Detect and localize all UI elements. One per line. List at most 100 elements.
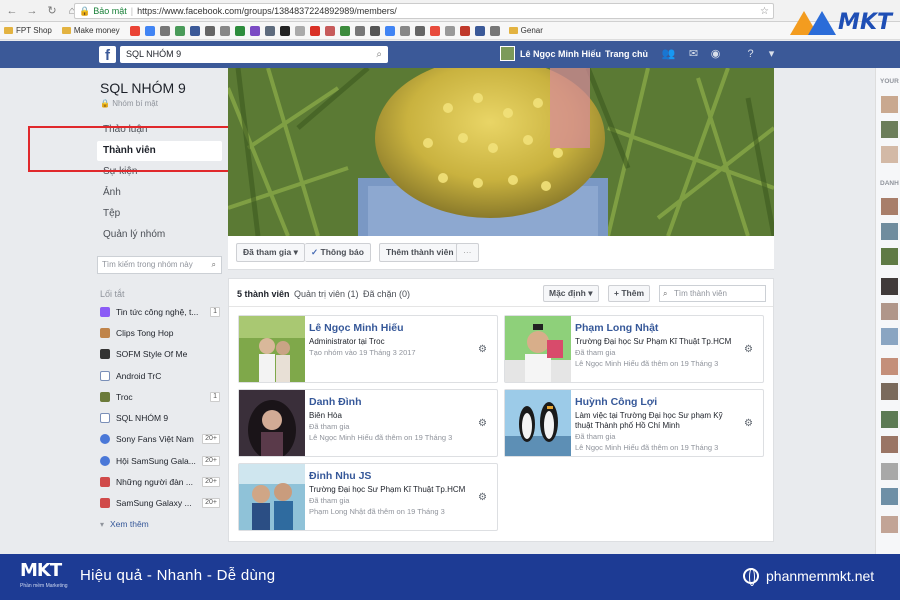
bookmark-favicon[interactable] (474, 25, 485, 36)
search-icon[interactable]: ⌕ (212, 257, 216, 273)
avatar[interactable] (881, 488, 898, 505)
member-photo[interactable] (239, 464, 305, 530)
nav-discussion[interactable]: Thảo luận (97, 120, 222, 140)
gear-icon[interactable]: ⚙ (478, 344, 487, 355)
tab-blocked[interactable]: Đã chặn (0) (363, 289, 410, 299)
bookmark-favicon[interactable] (324, 25, 335, 36)
notifications-button[interactable]: ✓ Thông báo (305, 243, 371, 262)
shortcut-item[interactable]: Android TrC (100, 368, 220, 384)
bookmark-favicon[interactable] (159, 25, 170, 36)
avatar[interactable] (881, 516, 898, 533)
banner-website[interactable]: phanmemmkt.net (743, 568, 874, 586)
shortcut-item[interactable]: Sony Fans Việt Nam 20+ (100, 431, 220, 447)
nav-events[interactable]: Sự kiện (97, 162, 222, 182)
avatar[interactable] (881, 463, 898, 480)
nav-manage-group[interactable]: Quản lý nhóm (97, 225, 222, 245)
member-name[interactable]: Danh Đình (309, 396, 362, 408)
search-input[interactable]: SQL NHÓM 9 ⌕ (120, 46, 388, 63)
avatar[interactable] (881, 146, 898, 163)
avatar[interactable] (881, 383, 898, 400)
avatar[interactable] (881, 436, 898, 453)
reload-icon[interactable]: ↻ (44, 3, 60, 19)
avatar[interactable] (881, 411, 898, 428)
member-photo[interactable] (505, 316, 571, 382)
bookmark-favicon[interactable] (384, 25, 395, 36)
home-link[interactable]: Trang chủ (605, 49, 648, 59)
bookmark-favicon[interactable] (189, 25, 200, 36)
more-options-button[interactable]: ··· (456, 243, 479, 262)
tab-admins[interactable]: Quản trị viên (1) (294, 289, 359, 299)
shortcut-item[interactable]: SQL NHÓM 9 (100, 410, 220, 426)
shortcut-item[interactable]: Những người đàn ... 20+ (100, 474, 220, 490)
bookmark-make-money[interactable]: Make money (61, 26, 120, 35)
help-icon[interactable]: ? (743, 47, 758, 62)
gear-icon[interactable]: ⚙ (744, 418, 753, 429)
bookmark-favicon[interactable] (414, 25, 425, 36)
bookmark-fpt-shop[interactable]: FPT Shop (4, 26, 52, 35)
bookmark-favicon[interactable] (489, 25, 500, 36)
back-icon[interactable]: ← (4, 3, 20, 19)
member-name[interactable]: Đinh Nhu JS (309, 470, 371, 482)
bookmark-favicon[interactable] (204, 25, 215, 36)
gear-icon[interactable]: ⚙ (478, 492, 487, 503)
see-more-link[interactable]: ▾ Xem thêm (100, 516, 220, 532)
avatar[interactable] (881, 121, 898, 138)
add-button[interactable]: + Thêm (608, 285, 651, 302)
account-menu-chevron-icon[interactable]: ▾ (764, 47, 779, 62)
bookmark-favicon[interactable] (339, 25, 350, 36)
avatar[interactable] (881, 96, 898, 113)
bookmark-favicon[interactable] (444, 25, 455, 36)
bookmark-genar[interactable]: Genar (508, 26, 543, 35)
notifications-globe-icon[interactable]: ◉ (708, 47, 723, 62)
bookmark-favicon[interactable] (369, 25, 380, 36)
bookmark-favicon[interactable] (174, 25, 185, 36)
bookmark-favicon[interactable] (399, 25, 410, 36)
tab-all-members[interactable]: 5 thành viên (237, 289, 290, 299)
facebook-logo-icon[interactable]: f (99, 46, 116, 64)
member-photo[interactable] (239, 316, 305, 382)
shortcut-item[interactable]: Hội SamSung Gala... 20+ (100, 453, 220, 469)
avatar[interactable] (881, 358, 898, 375)
bookmark-favicon[interactable] (279, 25, 290, 36)
group-search-input[interactable]: Tìm kiếm trong nhóm này ⌕ (97, 256, 222, 274)
messages-icon[interactable]: ✉ (686, 47, 701, 62)
search-icon[interactable]: ⌕ (376, 46, 382, 63)
cover-photo[interactable] (228, 68, 774, 236)
shortcut-item[interactable]: SamSung Galaxy ... 20+ (100, 495, 220, 511)
member-photo[interactable] (239, 390, 305, 456)
avatar[interactable] (881, 248, 898, 265)
profile-link[interactable]: Lê Ngọc Minh Hiếu (500, 46, 601, 61)
bookmark-favicon[interactable] (459, 25, 470, 36)
group-name[interactable]: SQL NHÓM 9 (100, 80, 186, 96)
bookmark-favicon[interactable] (249, 25, 260, 36)
shortcut-item[interactable]: Troc 1 (100, 389, 220, 405)
avatar[interactable] (881, 303, 898, 320)
nav-members[interactable]: Thành viên (97, 141, 222, 161)
bookmark-favicon[interactable] (129, 25, 140, 36)
bookmark-favicon[interactable] (144, 25, 155, 36)
joined-button[interactable]: Đã tham gia ▾ (236, 243, 305, 262)
avatar[interactable] (881, 278, 898, 295)
avatar[interactable] (881, 223, 898, 240)
bookmark-favicon[interactable] (219, 25, 230, 36)
member-name[interactable]: Lê Ngọc Minh Hiếu (309, 322, 404, 334)
shortcut-item[interactable]: SOFM Style Of Me (100, 346, 220, 362)
member-name[interactable]: Phạm Long Nhật (575, 322, 658, 334)
friend-requests-icon[interactable]: 👥 (661, 47, 676, 62)
bookmark-favicon[interactable] (264, 25, 275, 36)
member-name[interactable]: Huỳnh Công Lợi (575, 396, 657, 408)
member-photo[interactable] (505, 390, 571, 456)
nav-files[interactable]: Tệp (97, 204, 222, 224)
bookmark-favicon[interactable] (294, 25, 305, 36)
gear-icon[interactable]: ⚙ (744, 344, 753, 355)
bookmark-favicon[interactable] (354, 25, 365, 36)
bookmark-star-icon[interactable]: ☆ (760, 6, 769, 17)
bookmark-favicon[interactable] (234, 25, 245, 36)
nav-photos[interactable]: Ảnh (97, 183, 222, 203)
sort-dropdown[interactable]: Mặc định ▾ (543, 285, 599, 302)
gear-icon[interactable]: ⚙ (478, 418, 487, 429)
address-bar[interactable]: 🔒 Bảo mật | https://www.facebook.com/gro… (74, 3, 774, 19)
avatar[interactable] (881, 198, 898, 215)
member-search-input[interactable]: ⌕ Tìm thành viên (659, 285, 766, 302)
bookmark-favicon[interactable] (309, 25, 320, 36)
